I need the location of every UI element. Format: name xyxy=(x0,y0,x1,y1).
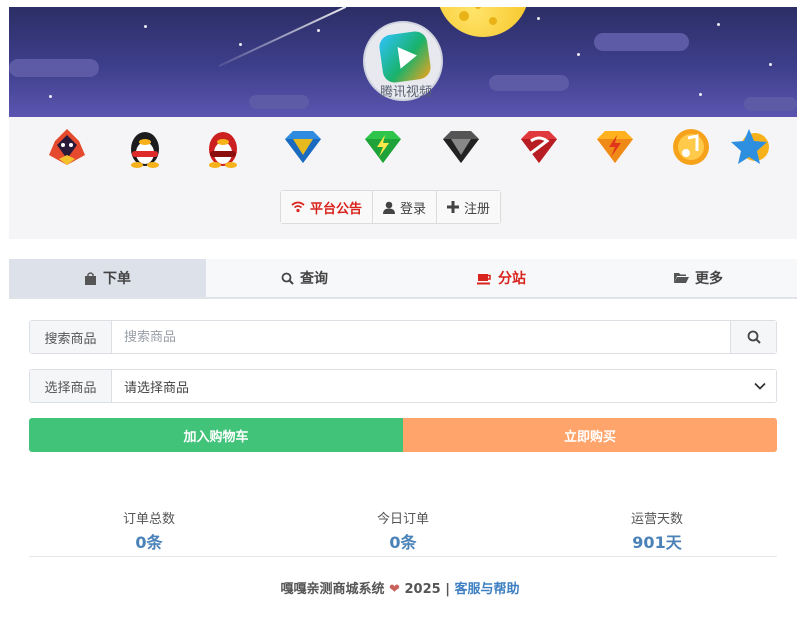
notice-button-group: 平台公告 登录 注册 xyxy=(280,190,502,224)
yellow-diamond-icon xyxy=(593,125,637,169)
search-icon xyxy=(281,272,294,285)
search-button[interactable] xyxy=(730,321,776,353)
register-label: 注册 xyxy=(464,201,491,217)
stat-value: 901天 xyxy=(632,533,682,552)
tab-more[interactable]: 更多 xyxy=(600,259,797,297)
wifi-icon xyxy=(291,201,305,213)
meteor xyxy=(218,7,347,67)
login-button[interactable]: 登录 xyxy=(373,191,438,223)
shopping-bag-icon xyxy=(85,271,96,285)
select-addon: 选择商品 xyxy=(30,370,112,402)
main-tabs: 下单 查询 分站 更多 xyxy=(9,259,797,299)
product-select[interactable]: 请选择商品 xyxy=(112,370,776,402)
tab-order[interactable]: 下单 xyxy=(9,259,206,297)
vip-panel: 平台公告 登录 注册 xyxy=(9,117,797,239)
cloud xyxy=(249,95,309,109)
header-banner: 腾讯视频 xyxy=(9,7,797,117)
divider xyxy=(29,556,777,557)
notice-button[interactable]: 平台公告 xyxy=(281,191,374,223)
cloud xyxy=(744,97,797,111)
select-value: 请选择商品 xyxy=(124,380,190,396)
green-diamond-icon xyxy=(361,125,405,169)
stat-today-orders: 今日订单 0条 xyxy=(323,508,483,553)
notice-label: 平台公告 xyxy=(310,201,363,217)
footer-site-name: 嘎嘎亲测商城系统 xyxy=(280,582,385,597)
search-input[interactable] xyxy=(112,321,730,353)
tab-substation[interactable]: 分站 xyxy=(403,259,600,297)
search-addon: 搜索商品 xyxy=(30,321,112,353)
help-link[interactable]: 客服与帮助 xyxy=(454,582,519,597)
user-icon xyxy=(383,201,396,214)
black-diamond-icon xyxy=(439,125,483,169)
stat-label: 运营天数 xyxy=(630,512,683,527)
folder-open-icon xyxy=(674,273,689,283)
stat-value: 0条 xyxy=(389,533,417,552)
cloud xyxy=(9,59,99,77)
tab-label: 下单 xyxy=(103,271,131,287)
tab-label: 更多 xyxy=(695,271,723,287)
heart-icon: ❤ xyxy=(389,582,400,597)
coffee-icon xyxy=(477,273,491,284)
red-diamond-icon xyxy=(517,125,561,169)
logo-text: 腾讯视频 xyxy=(379,85,432,100)
play-icon xyxy=(377,29,433,85)
moon-illustration xyxy=(437,7,529,37)
search-row: 搜索商品 xyxy=(29,320,777,354)
stat-value: 0条 xyxy=(135,533,163,552)
product-select-row: 选择商品 请选择商品 xyxy=(29,369,777,403)
login-label: 登录 xyxy=(400,201,427,217)
footer-separator: | xyxy=(445,582,450,597)
vip-icons-row xyxy=(9,125,797,173)
add-to-cart-button[interactable]: 加入购物车 xyxy=(29,418,403,452)
red-penguin-icon xyxy=(201,125,245,169)
qq-penguin-icon xyxy=(123,125,167,169)
stat-label: 今日订单 xyxy=(376,512,429,527)
tab-label: 查询 xyxy=(300,271,328,287)
search-icon xyxy=(747,330,761,344)
music-icon xyxy=(669,125,713,169)
stat-label: 订单总数 xyxy=(122,512,175,527)
tab-query[interactable]: 查询 xyxy=(206,259,403,297)
register-button[interactable]: 注册 xyxy=(437,191,501,223)
tencent-video-logo: 腾讯视频 xyxy=(363,21,443,101)
cloud xyxy=(594,33,689,51)
footer-year: 2025 xyxy=(404,582,441,597)
footer: 嘎嘎亲测商城系统 ❤ 2025 | 客服与帮助 xyxy=(0,578,800,597)
star-icon xyxy=(729,125,773,169)
blue-diamond-icon xyxy=(281,125,325,169)
qzone-vip-icon xyxy=(45,125,89,169)
tab-label: 分站 xyxy=(498,271,526,287)
plus-icon xyxy=(447,201,460,213)
buy-now-button[interactable]: 立即购买 xyxy=(403,418,777,452)
stat-operating-days: 运营天数 901天 xyxy=(577,508,737,553)
stat-total-orders: 订单总数 0条 xyxy=(69,508,229,553)
chevron-down-icon xyxy=(754,382,766,390)
cloud xyxy=(489,75,569,91)
